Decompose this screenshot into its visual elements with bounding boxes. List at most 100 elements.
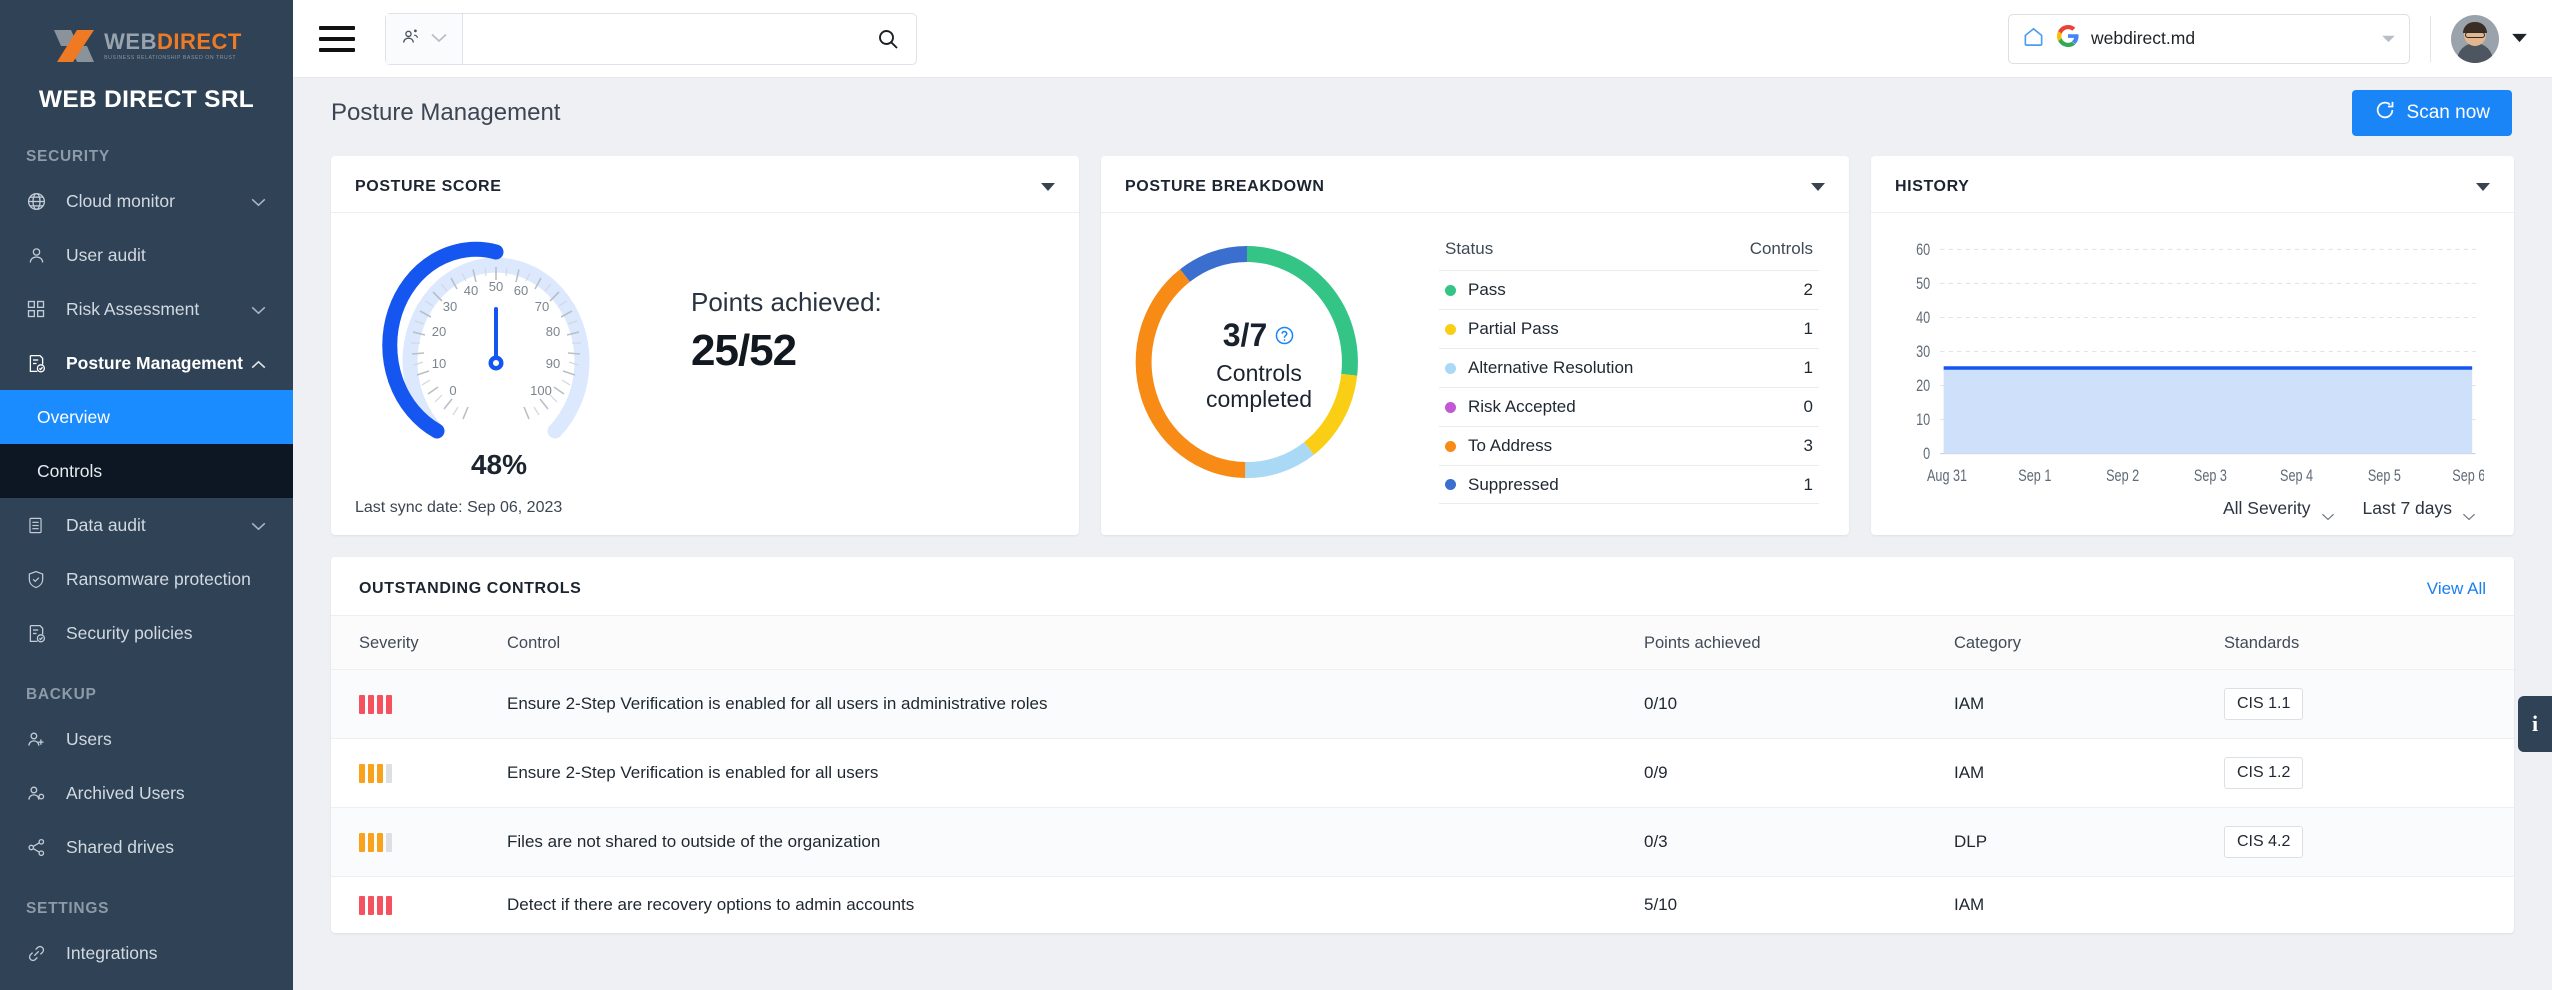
category: IAM bbox=[1944, 670, 2214, 739]
sidebar-item-controls[interactable]: Controls bbox=[0, 444, 293, 498]
svg-text:60: 60 bbox=[1916, 241, 1930, 259]
status-color-dot bbox=[1445, 479, 1456, 490]
severity-cell bbox=[331, 739, 497, 808]
sidebar-item-users[interactable]: Users bbox=[0, 712, 293, 766]
sidebar-item-user-audit[interactable]: User audit bbox=[0, 228, 293, 282]
donut-subtitle-line1: Controls bbox=[1206, 360, 1312, 386]
status-color-dot bbox=[1445, 363, 1456, 374]
points-achieved: 5/10 bbox=[1634, 877, 1944, 934]
last-sync-date: Last sync date: Sep 06, 2023 bbox=[355, 499, 562, 517]
sidebar-item-label: Archived Users bbox=[66, 783, 267, 804]
svg-text:20: 20 bbox=[432, 324, 446, 339]
search-scope-dropdown[interactable] bbox=[386, 14, 463, 64]
hamburger-icon[interactable] bbox=[319, 26, 355, 52]
sidebar-item-ransomware-protection[interactable]: Ransomware protection bbox=[0, 552, 293, 606]
status-color-dot bbox=[1445, 402, 1456, 413]
table-row[interactable]: Ensure 2-Step Verification is enabled fo… bbox=[331, 670, 2514, 739]
svg-text:0: 0 bbox=[449, 383, 456, 398]
main-area: webdirect.md Posture Management bbox=[293, 0, 2552, 990]
sidebar-item-integrations[interactable]: Integrations bbox=[0, 926, 293, 980]
status-row: Risk Accepted 0 bbox=[1439, 387, 1819, 426]
chevron-down-icon[interactable] bbox=[1811, 183, 1825, 191]
points-achieved-label: Points achieved: bbox=[691, 287, 882, 318]
chevron-down-icon[interactable] bbox=[1041, 183, 1055, 191]
posture-breakdown-header: POSTURE BREAKDOWN bbox=[1101, 156, 1849, 213]
info-icon[interactable]: i bbox=[2518, 696, 2552, 752]
search-input[interactable] bbox=[463, 14, 860, 64]
category: IAM bbox=[1944, 877, 2214, 934]
status-label: Partial Pass bbox=[1468, 319, 1804, 339]
svg-text:10: 10 bbox=[432, 356, 446, 371]
history-card: HISTORY bbox=[1871, 156, 2514, 535]
account-menu[interactable] bbox=[2451, 15, 2528, 63]
domain-name: webdirect.md bbox=[2091, 28, 2370, 49]
sidebar: WEBDIRECT BUSINESS RELATIONSHIP BASED ON… bbox=[0, 0, 293, 990]
table-row[interactable]: Files are not shared to outside of the o… bbox=[331, 808, 2514, 877]
column-header-severity: Severity bbox=[331, 616, 497, 670]
company-name: WEB DIRECT SRL bbox=[0, 72, 293, 140]
table-row[interactable]: Ensure 2-Step Verification is enabled fo… bbox=[331, 739, 2514, 808]
svg-text:30: 30 bbox=[443, 299, 457, 314]
severity-filter-dropdown[interactable]: All Severity bbox=[2223, 498, 2333, 519]
status-label: Suppressed bbox=[1468, 475, 1804, 495]
sidebar-section-backup: BACKUP bbox=[0, 660, 293, 712]
sidebar-item-archived-users[interactable]: Archived Users bbox=[0, 766, 293, 820]
control-name: Detect if there are recovery options to … bbox=[497, 877, 1634, 934]
status-count: 1 bbox=[1804, 319, 1813, 339]
control-name: Ensure 2-Step Verification is enabled fo… bbox=[497, 739, 1634, 808]
shield-check-icon bbox=[26, 569, 52, 590]
svg-text:90: 90 bbox=[546, 356, 560, 371]
status-row: Pass 2 bbox=[1439, 270, 1819, 309]
chevron-down-icon[interactable] bbox=[2476, 183, 2490, 191]
status-color-dot bbox=[1445, 285, 1456, 296]
search-icon[interactable] bbox=[860, 27, 916, 51]
standard-badge[interactable]: CIS 4.2 bbox=[2224, 826, 2303, 858]
svg-text:50: 50 bbox=[489, 279, 503, 294]
sidebar-item-cloud-monitor[interactable]: Cloud monitor bbox=[0, 174, 293, 228]
sidebar-item-security-policies[interactable]: Security policies bbox=[0, 606, 293, 660]
sidebar-subitem-label: Overview bbox=[37, 407, 110, 428]
posture-breakdown-title: POSTURE BREAKDOWN bbox=[1125, 178, 1811, 196]
logo-tagline: BUSINESS RELATIONSHIP BASED ON TRUST bbox=[104, 56, 242, 61]
table-row[interactable]: Detect if there are recovery options to … bbox=[331, 877, 2514, 934]
column-header-control: Control bbox=[497, 616, 1634, 670]
posture-score-card: POSTURE SCORE bbox=[331, 156, 1079, 535]
sidebar-item-posture-management[interactable]: Posture Management bbox=[0, 336, 293, 390]
svg-text:40: 40 bbox=[1916, 310, 1930, 328]
view-all-link[interactable]: View All bbox=[2427, 579, 2486, 599]
sidebar-item-data-audit[interactable]: Data audit bbox=[0, 498, 293, 552]
users-add-icon bbox=[26, 729, 52, 750]
cards-row: POSTURE SCORE bbox=[331, 156, 2514, 535]
standard-badge[interactable]: CIS 1.1 bbox=[2224, 688, 2303, 720]
svg-text:Aug 31: Aug 31 bbox=[1927, 468, 1967, 486]
policy-icon bbox=[26, 623, 52, 644]
sidebar-item-label: Security policies bbox=[66, 623, 267, 644]
history-filters: All Severity Last 7 days bbox=[1893, 492, 2484, 525]
refresh-icon bbox=[2374, 99, 2396, 127]
sidebar-item-overview[interactable]: Overview bbox=[0, 390, 293, 444]
date-range-dropdown[interactable]: Last 7 days bbox=[2363, 498, 2475, 519]
user-icon bbox=[26, 245, 52, 266]
sidebar-item-shared-drives[interactable]: Shared drives bbox=[0, 820, 293, 874]
domain-selector[interactable]: webdirect.md bbox=[2008, 14, 2410, 64]
link-icon bbox=[26, 943, 52, 964]
app-root: WEBDIRECT BUSINESS RELATIONSHIP BASED ON… bbox=[0, 0, 2552, 990]
points-achieved-block: Points achieved: 25/52 bbox=[691, 287, 882, 376]
help-circle-icon[interactable] bbox=[1274, 317, 1295, 354]
standard-badge[interactable]: CIS 1.2 bbox=[2224, 757, 2303, 789]
chevron-down-icon bbox=[251, 299, 267, 320]
brand-logo: WEBDIRECT BUSINESS RELATIONSHIP BASED ON… bbox=[0, 0, 293, 72]
status-label: To Address bbox=[1468, 436, 1804, 456]
status-color-dot bbox=[1445, 324, 1456, 335]
users-filter-icon bbox=[401, 27, 422, 51]
sidebar-item-label: Shared drives bbox=[66, 837, 267, 858]
status-row: To Address 3 bbox=[1439, 426, 1819, 465]
control-name: Files are not shared to outside of the o… bbox=[497, 808, 1634, 877]
status-label: Risk Accepted bbox=[1468, 397, 1804, 417]
svg-text:Sep 4: Sep 4 bbox=[2280, 468, 2313, 486]
outstanding-controls-header: OUTSTANDING CONTROLS View All bbox=[331, 557, 2514, 616]
scan-now-button[interactable]: Scan now bbox=[2352, 90, 2512, 136]
standards-cell bbox=[2214, 877, 2514, 934]
sidebar-item-risk-assessment[interactable]: Risk Assessment bbox=[0, 282, 293, 336]
google-g-icon bbox=[2056, 24, 2080, 53]
